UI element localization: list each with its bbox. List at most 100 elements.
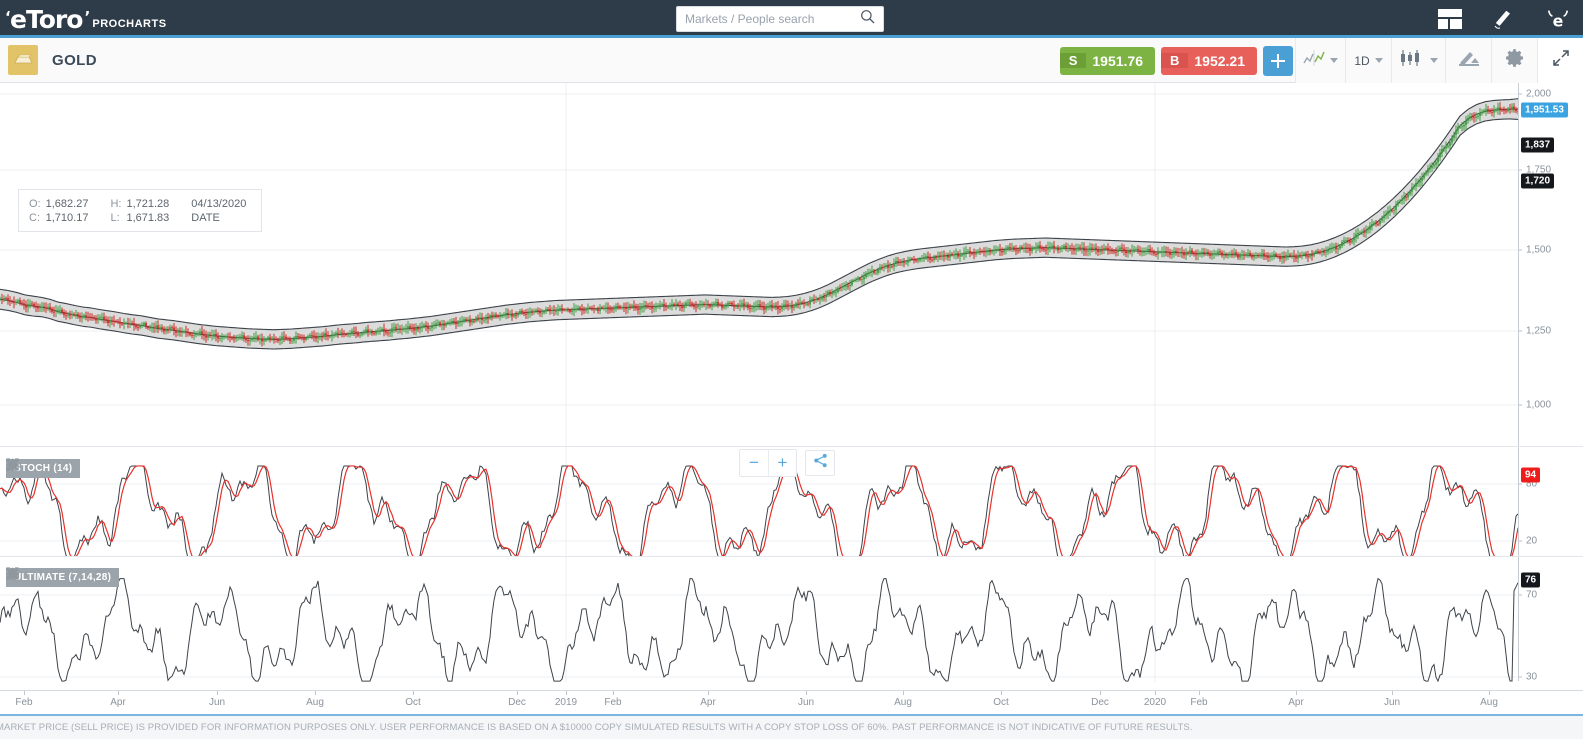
price-tick-2000: 2,000 [1526,88,1552,100]
nav-icon-group: e [1437,0,1571,38]
stoch-axis-line [1518,447,1519,556]
ultimate-pane[interactable]: ULTIMATE (7,14,28) 70 30 76 [0,556,1583,683]
ultimate-legend: ULTIMATE (7,14,28) [6,567,221,587]
date-tick-Feb: Feb [15,697,33,708]
date-tick-Dec: Dec [508,697,526,708]
indicator-chart-icon [1303,50,1325,71]
date-tick-Aug: Aug [306,697,324,708]
gold-bar-icon [8,45,38,75]
candlestick-icon [1399,49,1425,72]
close-icon[interactable] [7,567,221,587]
drawing-tools-button[interactable] [1445,38,1491,83]
brand-logo[interactable]: ‘eToro’ PROCHARTS [5,4,167,34]
stoch-badge-94: 94 [1521,467,1541,483]
stoch-tool-group [6,458,206,478]
date-tick-mark [413,691,414,695]
date-tick-mark [613,691,614,695]
gear-icon[interactable] [6,458,182,478]
date-tick-mark [708,691,709,695]
timeframe-button[interactable]: 1D [1345,38,1391,83]
ohlc-high-value: 1,721.28 [126,197,170,210]
instrument-identity[interactable]: GOLD [8,45,97,75]
expand-icon[interactable] [6,567,173,587]
ohlc-date-value: 04/13/2020 [191,197,247,210]
instrument-bar: GOLD S 1951.76 B 1952.21 1D [0,38,1583,83]
trade-crosshair-icon[interactable] [1263,45,1293,76]
search-container [676,6,884,32]
close-icon[interactable] [7,458,206,478]
indicators-button[interactable] [1295,38,1345,83]
gear-icon [1505,48,1525,73]
date-tick-Dec: Dec [1091,697,1109,708]
buy-side-label: B [1161,53,1189,68]
date-tick-2019: 2019 [554,697,578,708]
svg-text:e: e [1553,11,1564,30]
fullscreen-button[interactable] [1537,38,1583,83]
price-pane[interactable]: 2,000 1,750 1,500 1,250 1,000 1,951.53 1,837 1… [0,83,1583,446]
ultimate-axis-line [1518,557,1519,681]
ultimate-tick-30: 30 [1526,671,1538,683]
top-navigation-bar: ‘eToro’ PROCHARTS e [0,0,1583,38]
zoom-in-button[interactable]: + [768,450,796,476]
date-tick-mark [1155,691,1156,695]
price-axis-line [1518,83,1519,446]
move-up-icon[interactable] [8,567,149,587]
date-tick-mark [903,691,904,695]
date-tick-mark [217,691,218,695]
price-tick-1250: 1,250 [1526,325,1552,337]
ohlc-open-value: 1,682.27 [45,197,89,210]
etoro-wordmark: ‘eToro’ [5,4,90,34]
ohlc-close-label: C: [29,211,40,224]
date-tick-mark [1392,691,1393,695]
price-badge-1720: 1,720 [1521,173,1555,189]
price-badge-195153: 1,951.53 [1521,102,1568,118]
procharts-label: PROCHARTS [92,17,167,30]
date-tick-mark [1001,691,1002,695]
sell-price-value: 1951.76 [1092,52,1143,69]
expand-icon[interactable] [6,458,134,478]
ultimate-chart-svg [0,557,1522,682]
etoro-bull-logo-icon[interactable]: e [1545,6,1571,32]
date-tick-Apr: Apr [110,697,126,708]
price-tick-1500: 1,500 [1526,244,1552,256]
date-tick-Aug: Aug [1480,697,1498,708]
price-tick-1000: 1,000 [1526,399,1552,411]
buy-price-button[interactable]: B 1952.21 [1161,46,1257,75]
disclaimer-footer: MARKET PRICE (SELL PRICE) IS PROVIDED FO… [0,714,1583,739]
date-tick-mark [315,691,316,695]
ohlc-tooltip: O: 1,682.27 H: 1,721.28 04/13/2020 C: 1,… [18,189,262,232]
layout-grid-icon[interactable] [1437,6,1463,32]
search-input[interactable] [685,12,860,26]
move-down-icon[interactable] [8,458,158,478]
charttype-button[interactable] [1391,38,1445,83]
chart-area[interactable]: 2,000 1,750 1,500 1,250 1,000 1,951.53 1,837 1… [0,83,1583,714]
search-box[interactable] [676,6,884,32]
gear-icon[interactable] [6,567,197,587]
sell-price-button[interactable]: S 1951.76 [1059,46,1155,75]
date-tick-Aug: Aug [894,697,912,708]
pencil-edit-icon[interactable] [1491,6,1517,32]
zoom-out-button[interactable]: − [740,450,768,476]
ohlc-low-label: L: [110,211,120,224]
date-tick-Oct: Oct [993,697,1009,708]
ultimate-label: ULTIMATE (7,14,28) [6,567,120,587]
ohlc-close-value: 1,710.17 [45,211,89,224]
date-tick-Apr: Apr [700,697,716,708]
search-icon [860,9,875,29]
move-up-icon[interactable] [8,458,110,478]
ohlc-high-label: H: [110,197,122,210]
price-badge-1837: 1,837 [1521,137,1555,153]
date-tick-Feb: Feb [1190,697,1208,708]
share-button[interactable] [805,450,835,476]
date-tick-mark [1296,691,1297,695]
date-axis[interactable]: Feb Apr Jun Aug Oct Dec 2019 Feb Apr Jun Aug Oct Dec… [0,690,1583,714]
stoch-tick-20: 20 [1526,535,1538,547]
sell-side-label: S [1059,53,1087,68]
ohlc-open-label: O: [29,197,41,210]
settings-button[interactable] [1491,38,1537,83]
date-tick-mark [806,691,807,695]
date-tick-mark [517,691,518,695]
date-tick-mark [566,691,567,695]
disclaimer-text: MARKET PRICE (SELL PRICE) IS PROVIDED FO… [0,722,1193,733]
procharts-app: ‘eToro’ PROCHARTS e [0,0,1583,739]
